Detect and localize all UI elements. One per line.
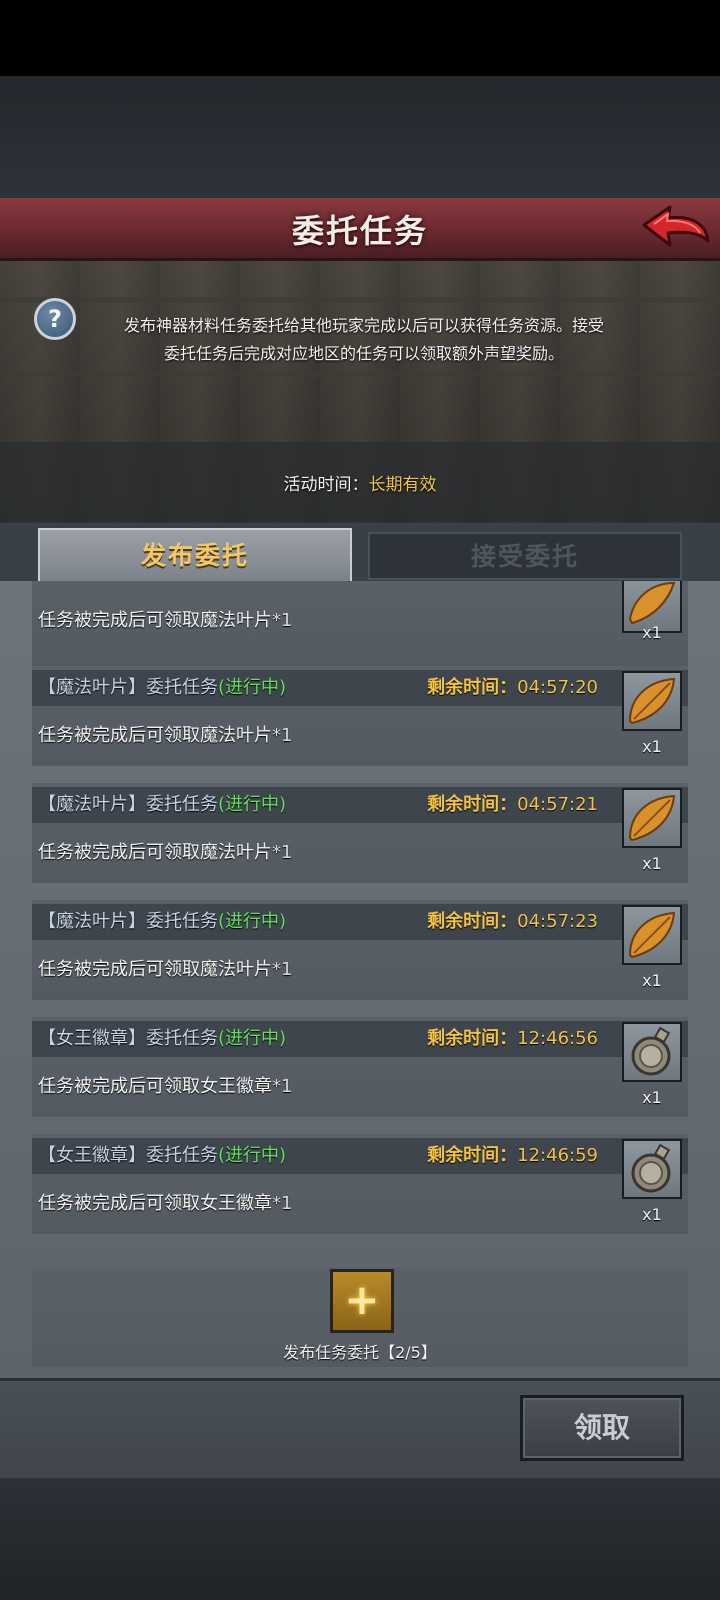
task-title: 【魔法叶片】委托任务(进行中) [38, 911, 287, 932]
task-status: (进行中) [218, 911, 287, 932]
task-title: 【女王徽章】委托任务(进行中) [38, 1145, 287, 1166]
task-status: (进行中) [218, 677, 287, 698]
task-title: 【女王徽章】委托任务(进行中) [38, 1028, 287, 1049]
header-bar: 委托任务 [0, 198, 720, 261]
task-description: 任务被完成后可领取魔法叶片*1 [38, 842, 293, 863]
back-button[interactable] [640, 203, 712, 253]
activity-time: 活动时间：长期有效 [0, 470, 720, 495]
queen-badge-icon[interactable] [622, 1139, 682, 1199]
activity-label: 活动时间： [283, 475, 369, 495]
shelf-decoration [0, 371, 720, 377]
magic-leaf-icon[interactable] [622, 671, 682, 731]
task-status: (进行中) [218, 1028, 287, 1049]
task-description: 任务被完成后可领取魔法叶片*1 [38, 725, 293, 746]
remaining-time: 剩余时间：04:57:20 [427, 677, 598, 698]
remaining-time: 剩余时间：04:57:23 [427, 911, 598, 932]
magic-leaf-icon[interactable] [622, 905, 682, 965]
top-backdrop [0, 76, 720, 198]
task-description: 任务被完成后可领取魔法叶片*1 [38, 959, 293, 980]
tab-accept[interactable]: 接受委托 [368, 532, 682, 580]
info-description: 发布神器材料任务委托给其他玩家完成以后可以获得任务资源。接受 委托任务后完成对应… [84, 312, 644, 368]
add-task-button[interactable]: + [330, 1269, 394, 1333]
item-count: x1 [642, 1088, 662, 1107]
remaining-time: 剩余时间：04:57:21 [427, 794, 598, 815]
task-list[interactable]: 任务被完成后可领取魔法叶片*1 x1 【魔法叶片】委托任务(进行中) 剩余时间：… [0, 581, 720, 1378]
activity-value: 长期有效 [368, 475, 437, 495]
status-bar [0, 0, 720, 76]
info-line-1: 发布神器材料任务委托给其他玩家完成以后可以获得任务资源。接受 [123, 316, 604, 335]
back-arrow-icon [642, 205, 710, 247]
task-header: 【女王徽章】委托任务(进行中) 剩余时间：12:46:56 [32, 1021, 688, 1057]
item-count: x1 [642, 971, 662, 990]
claim-button[interactable]: 领取 [520, 1395, 684, 1461]
tab-publish[interactable]: 发布委托 [38, 528, 352, 582]
remaining-time: 剩余时间：12:46:56 [427, 1028, 598, 1049]
item-count: x1 [642, 1205, 662, 1224]
magic-leaf-icon[interactable] [622, 788, 682, 848]
task-description: 任务被完成后可领取魔法叶片*1 [38, 610, 293, 631]
plus-icon: + [344, 1275, 380, 1324]
task-status: (进行中) [218, 1145, 287, 1166]
task-description: 任务被完成后可领取女王徽章*1 [38, 1076, 293, 1097]
question-icon[interactable]: ? [34, 298, 76, 340]
shelf-decoration [0, 297, 720, 303]
bottom-backdrop [0, 1478, 720, 1600]
task-status: (进行中) [218, 794, 287, 815]
remaining-time: 剩余时间：12:46:59 [427, 1145, 598, 1166]
add-task-label: 发布任务委托【2/5】 [283, 1343, 437, 1362]
task-header: 【魔法叶片】委托任务(进行中) 剩余时间：04:57:20 [32, 670, 688, 706]
info-line-2: 委托任务后完成对应地区的任务可以领取额外声望奖励。 [163, 344, 564, 363]
page-title: 委托任务 [291, 212, 428, 250]
task-description: 任务被完成后可领取女王徽章*1 [38, 1193, 293, 1214]
queen-badge-icon[interactable] [622, 1022, 682, 1082]
task-title: 【魔法叶片】委托任务(进行中) [38, 677, 287, 698]
task-header: 【女王徽章】委托任务(进行中) 剩余时间：12:46:59 [32, 1138, 688, 1174]
task-title: 【魔法叶片】委托任务(进行中) [38, 794, 287, 815]
task-header: 【魔法叶片】委托任务(进行中) 剩余时间：04:57:21 [32, 787, 688, 823]
task-header: 【魔法叶片】委托任务(进行中) 剩余时间：04:57:23 [32, 904, 688, 940]
item-count: x1 [642, 854, 662, 873]
item-count: x1 [642, 623, 662, 642]
item-count: x1 [642, 737, 662, 756]
